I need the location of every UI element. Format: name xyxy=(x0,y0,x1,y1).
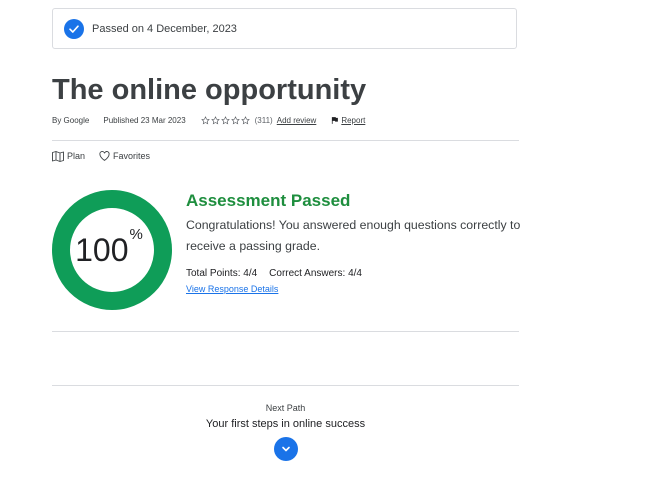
map-icon xyxy=(52,150,64,162)
add-review-link[interactable]: Add review xyxy=(277,116,317,125)
divider xyxy=(52,385,519,386)
favorites-button[interactable]: Favorites xyxy=(99,151,150,161)
star-icon[interactable] xyxy=(240,115,250,125)
percent-sign: % xyxy=(129,225,143,243)
result-message: Congratulations! You answered enough que… xyxy=(186,218,521,253)
report-link[interactable]: Report xyxy=(341,116,365,125)
chevron-down-icon xyxy=(281,446,290,452)
next-path: Next Path Your first steps in online suc… xyxy=(52,403,519,461)
next-path-course: Your first steps in online success xyxy=(205,418,366,430)
divider xyxy=(52,140,519,141)
author-label: By Google xyxy=(52,115,90,125)
course-actions: Plan Favorites xyxy=(52,149,150,163)
divider xyxy=(52,331,519,332)
score-ring: 100% xyxy=(52,190,172,310)
result-stats: Total Points: 4/4 Correct Answers: 4/4 xyxy=(186,268,526,279)
star-icon[interactable] xyxy=(200,115,210,125)
result-heading: Assessment Passed xyxy=(186,191,351,210)
score-percent: 100% xyxy=(52,190,172,310)
star-icon[interactable] xyxy=(210,115,220,125)
passed-date-text: Passed on 4 December, 2023 xyxy=(92,22,237,35)
assessment-result: Assessment Passed Congratulations! You a… xyxy=(186,189,526,297)
rating-count: (311) xyxy=(254,115,273,125)
passed-banner: Passed on 4 December, 2023 xyxy=(52,8,517,49)
next-path-button[interactable] xyxy=(273,437,298,461)
plan-button[interactable]: Plan xyxy=(52,150,86,162)
course-meta: By Google Published 23 Mar 2023 (311) Ad… xyxy=(52,113,365,127)
page-title: The online opportunity xyxy=(52,74,367,106)
next-path-label: Next Path xyxy=(265,403,306,413)
score-value: 100% xyxy=(75,226,143,269)
star-icon[interactable] xyxy=(220,115,230,125)
report-button[interactable]: Report xyxy=(330,116,365,125)
total-points: Total Points: 4/4 xyxy=(186,268,258,279)
flag-icon xyxy=(332,116,339,124)
star-rating[interactable] xyxy=(200,115,250,125)
published-date: Published 23 Mar 2023 xyxy=(103,115,186,125)
check-circle-icon xyxy=(64,18,84,39)
heart-icon xyxy=(99,151,110,161)
star-icon[interactable] xyxy=(230,115,240,125)
view-response-details-link[interactable]: View Response Details xyxy=(186,284,278,294)
plan-label: Plan xyxy=(67,151,86,161)
favorites-label: Favorites xyxy=(113,151,151,161)
score-number: 100 xyxy=(75,231,129,268)
correct-answers: Correct Answers: 4/4 xyxy=(269,268,362,279)
